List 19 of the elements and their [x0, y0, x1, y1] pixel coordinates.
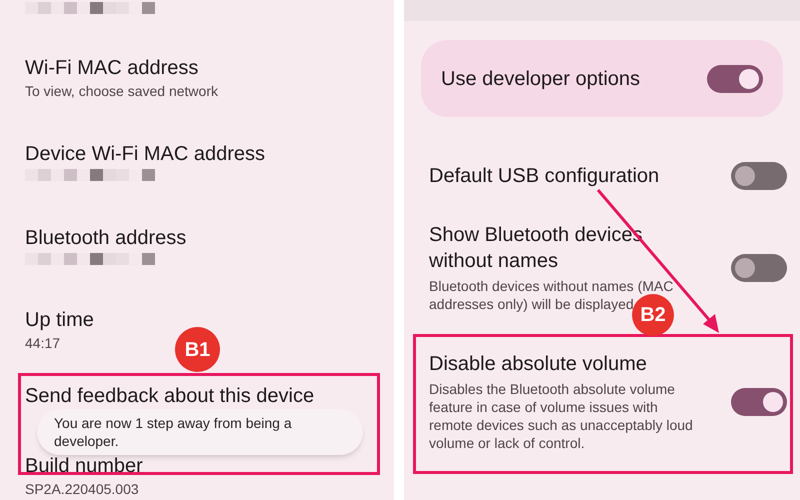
setting-title: Up time [25, 309, 94, 331]
setting-title: Send feedback about this device [25, 385, 314, 407]
toggle-switch[interactable] [731, 388, 787, 416]
step-badge: B1 [175, 327, 220, 372]
setting-title: Build number [25, 455, 143, 477]
setting-title: Device Wi-Fi MAC address [25, 143, 266, 165]
setting-summary: 44:17 [25, 335, 60, 351]
setting-title: Wi-Fi MAC address [25, 57, 198, 79]
toggle-switch[interactable] [731, 162, 787, 190]
toast-message: You are now 1 step away from being a developer. [54, 414, 293, 450]
setting-summary: To view, choose saved network [25, 83, 218, 99]
toggle-switch[interactable] [707, 64, 763, 92]
setting-title: Bluetooth address [25, 227, 186, 249]
setting-title: Default USB configuration [429, 164, 660, 189]
setting-summary: Disables the Bluetooth absolute volume feature in case of volume issues with remote devices such as unacceptably loud volume or lack of control. [429, 380, 694, 452]
setting-summary: SP2A.220405.003 [25, 481, 139, 497]
setting-title: Disable absolute volume [429, 352, 648, 377]
toggle-switch[interactable] [731, 254, 787, 282]
switch-label: Use developer options [441, 66, 640, 92]
